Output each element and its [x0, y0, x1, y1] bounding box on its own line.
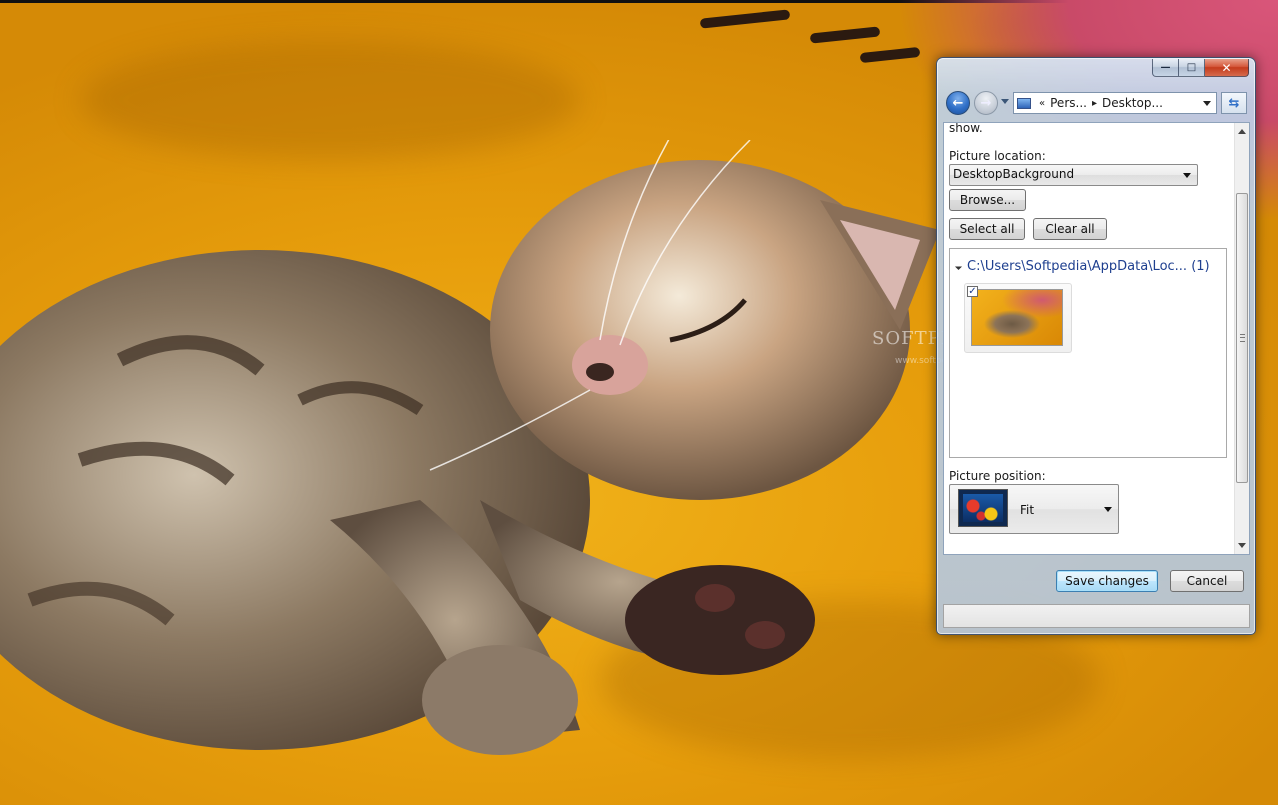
collapse-triangle-icon[interactable] [954, 262, 963, 271]
cancel-button[interactable]: Cancel [1170, 570, 1244, 592]
description-text: show. [949, 122, 983, 135]
refresh-button[interactable]: ⇆ [1221, 92, 1247, 114]
forward-button[interactable]: → [974, 91, 998, 115]
scrollbar-thumb[interactable] [1236, 193, 1248, 483]
address-history-dropdown-icon[interactable] [1203, 101, 1211, 106]
picture-position-select[interactable]: Fit [949, 484, 1119, 534]
breadcrumb-desktop-background[interactable]: Desktop... [1102, 96, 1163, 110]
caption-buttons: — □ ✕ [1152, 59, 1249, 78]
address-bar[interactable]: « Pers... ▸ Desktop... [1013, 92, 1217, 114]
picture-group-path: C:\Users\Softpedia\AppData\Loc... (1) [967, 259, 1210, 274]
wallpaper-stripe [699, 9, 791, 29]
scrollbar-grip-icon [1240, 334, 1245, 342]
picture-location-select[interactable]: DesktopBackground [949, 164, 1198, 186]
kitten-photo [0, 140, 940, 755]
back-button[interactable]: ← [946, 91, 970, 115]
breadcrumb-separator[interactable]: ▸ [1092, 98, 1097, 109]
save-changes-button[interactable]: Save changes [1056, 570, 1158, 592]
maximize-button[interactable]: □ [1179, 59, 1205, 77]
kitten-toe-bean [745, 621, 785, 649]
clear-all-button[interactable]: Clear all [1033, 218, 1107, 240]
picture-location-label: Picture location: [949, 149, 1046, 163]
breadcrumb-overflow[interactable]: « [1039, 98, 1045, 109]
kitten-nose [572, 335, 648, 395]
list-item[interactable]: ✓ [964, 283, 1072, 353]
scroll-up-icon[interactable] [1238, 129, 1246, 134]
chevron-down-icon [1104, 507, 1112, 512]
content-pane: show. Picture location: DesktopBackgroun… [943, 122, 1250, 555]
picture-group-header[interactable]: C:\Users\Softpedia\AppData\Loc... (1) [954, 259, 1210, 274]
desktop-background-window: — □ ✕ ← → « Pers... ▸ Desktop... ⇆ show.… [936, 57, 1256, 635]
vertical-scrollbar[interactable] [1234, 123, 1249, 554]
picture-checkbox[interactable]: ✓ [967, 286, 978, 297]
minimize-button[interactable]: — [1152, 59, 1179, 77]
picture-thumbnail [971, 289, 1063, 346]
kitten-nostril [586, 363, 614, 381]
navigation-bar: ← → « Pers... ▸ Desktop... ⇆ [945, 90, 1249, 116]
forward-arrow-icon: → [980, 95, 992, 111]
close-button[interactable]: ✕ [1205, 59, 1249, 77]
kitten-paw-pad [625, 565, 815, 675]
refresh-icon: ⇆ [1228, 95, 1240, 111]
chevron-down-icon [1183, 173, 1191, 178]
back-arrow-icon: ← [952, 95, 964, 111]
status-bar [943, 604, 1250, 628]
picture-location-value: DesktopBackground [953, 167, 1075, 181]
picture-list[interactable]: C:\Users\Softpedia\AppData\Loc... (1) ✓ [949, 248, 1227, 458]
breadcrumb-personalization[interactable]: Pers... [1050, 96, 1087, 110]
recent-pages-dropdown-icon[interactable] [1001, 99, 1009, 104]
scroll-down-icon[interactable] [1238, 543, 1246, 548]
picture-position-label: Picture position: [949, 469, 1046, 483]
kitten-paw [422, 645, 578, 755]
select-all-button[interactable]: Select all [949, 218, 1025, 240]
computer-icon [1017, 97, 1031, 109]
picture-position-preview-icon [958, 489, 1008, 527]
picture-position-value: Fit [1020, 503, 1035, 517]
kitten-toe-bean [695, 584, 735, 612]
browse-button[interactable]: Browse... [949, 189, 1026, 211]
